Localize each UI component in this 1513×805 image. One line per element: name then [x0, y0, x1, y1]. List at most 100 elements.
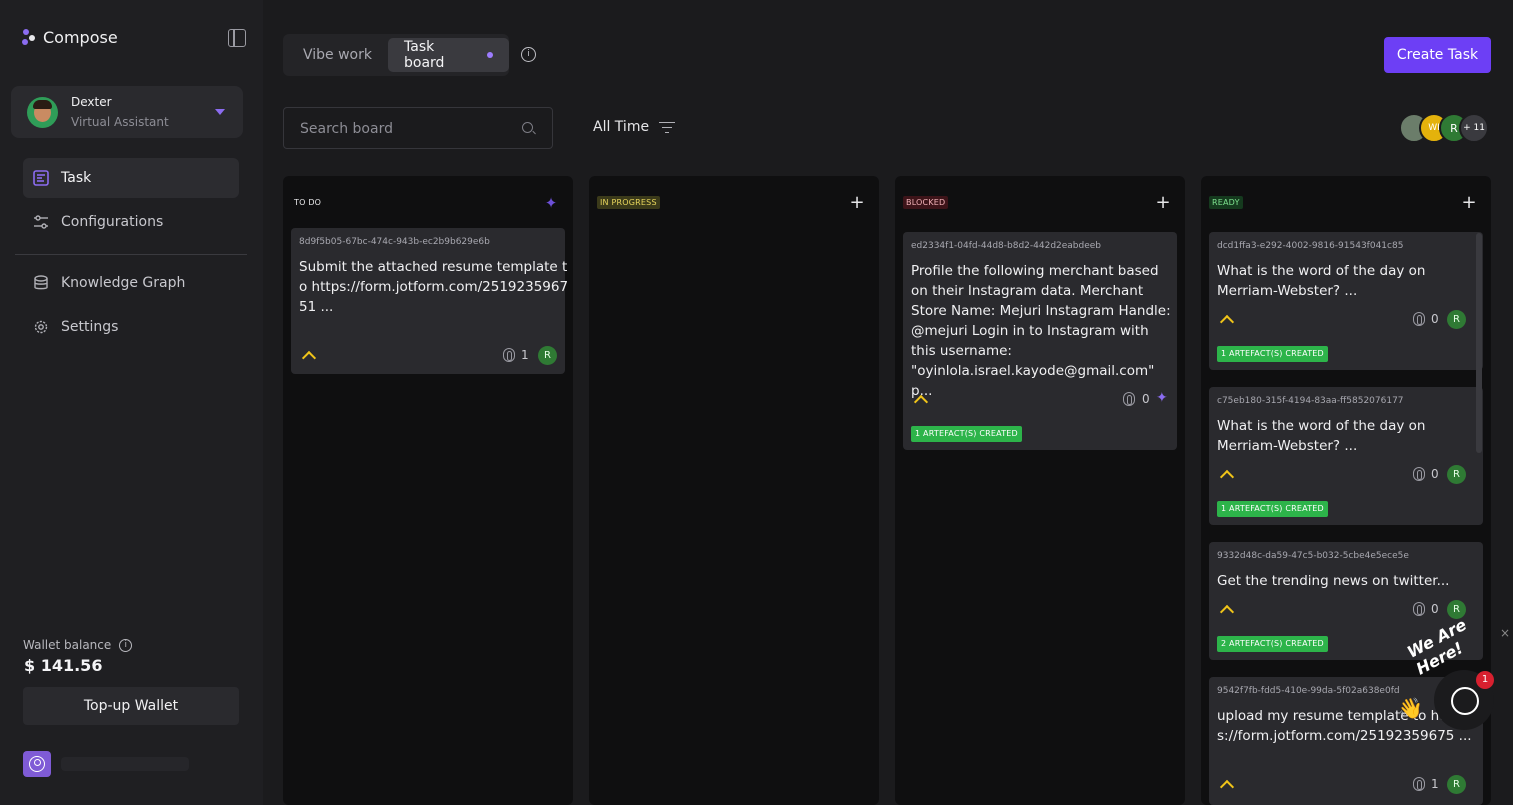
task-icon	[33, 170, 49, 186]
sidebar-item-settings[interactable]: Settings	[23, 307, 239, 347]
gear-icon	[34, 320, 48, 334]
attachment-count: 0	[1431, 467, 1439, 481]
priority-chevron-up-icon	[303, 350, 313, 360]
paperclip-icon	[1413, 777, 1425, 791]
wallet-balance-label: Wallet balance i	[23, 638, 133, 652]
sidebar-item-label: Configurations	[61, 214, 164, 230]
assignee-avatar: R	[1447, 310, 1466, 329]
paperclip-icon	[1123, 392, 1135, 406]
task-description: Submit the attached resume template to h…	[299, 259, 569, 315]
paperclip-icon	[1413, 467, 1425, 481]
agent-selector[interactable]: Dexter Virtual Assistant	[11, 86, 243, 138]
paperclip-icon	[1413, 602, 1425, 616]
task-description: What is the word of the day on Merriam-W…	[1217, 263, 1426, 299]
column-header: TO DO ✦	[291, 194, 565, 214]
sidebar-item-configurations[interactable]: Configurations	[23, 202, 239, 242]
task-card[interactable]: c75eb180-315f-4194-83aa-ff5852076177 Wha…	[1209, 387, 1483, 525]
attachment-count: 0	[1142, 392, 1150, 406]
filter-icon	[659, 121, 676, 133]
task-description: Get the trending news on twitter...	[1217, 573, 1450, 589]
add-task-icon[interactable]: +	[1459, 193, 1479, 213]
search-board	[283, 107, 553, 149]
priority-chevron-up-icon	[1221, 469, 1231, 479]
compose-logo-icon	[22, 29, 35, 45]
tab-vibe-work[interactable]: Vibe work	[287, 38, 388, 72]
assignee-avatar: R	[1447, 775, 1466, 794]
loading-placeholder	[61, 757, 189, 771]
task-card[interactable]: 8d9f5b05-67bc-474c-943b-ec2b9b629e6b Sub…	[291, 228, 568, 374]
status-badge: IN PROGRESS	[597, 196, 660, 209]
tab-task-board[interactable]: Task board	[388, 38, 509, 72]
priority-chevron-up-icon	[915, 394, 925, 404]
attachment-count: 1	[521, 348, 529, 362]
task-card[interactable]: dcd1ffa3-e292-4002-9816-91543f041c85 Wha…	[1209, 232, 1483, 370]
search-input[interactable]	[300, 119, 520, 139]
time-filter[interactable]: All Time	[593, 119, 676, 135]
search-icon[interactable]	[522, 122, 533, 133]
paperclip-icon	[1413, 312, 1425, 326]
sidebar-item-label: Knowledge Graph	[61, 275, 186, 291]
waving-hand-icon: 👋	[1398, 696, 1423, 720]
task-id: c75eb180-315f-4194-83aa-ff5852076177	[1217, 396, 1404, 406]
sidebar-item-knowledge-graph[interactable]: Knowledge Graph	[23, 263, 239, 303]
column-in-progress: IN PROGRESS +	[589, 176, 879, 805]
task-id: 9332d48c-da59-47c5-b032-5cbe4e5ece5e	[1217, 551, 1409, 561]
attachment-count: 0	[1431, 602, 1439, 616]
more-members-badge[interactable]: + 11	[1459, 113, 1489, 143]
tab-label: Task board	[404, 39, 445, 71]
wallet-amount: $ 141.56	[24, 656, 103, 675]
task-description: Profile the following merchant based on …	[911, 263, 1171, 399]
sidebar: Compose Dexter Virtual Assistant Task Co…	[0, 0, 263, 805]
ai-sparkle-icon: ✦	[1156, 390, 1168, 406]
column-todo: TO DO ✦ 8d9f5b05-67bc-474c-943b-ec2b9b62…	[283, 176, 573, 805]
paperclip-icon	[503, 348, 515, 362]
task-card[interactable]: ed2334f1-04fd-44d8-b8d2-442d2eabdeeb Pro…	[903, 232, 1177, 450]
task-id: dcd1ffa3-e292-4002-9816-91543f041c85	[1217, 241, 1404, 251]
status-badge: READY	[1209, 196, 1243, 209]
add-task-icon[interactable]: +	[847, 193, 867, 213]
assignee-avatar: R	[538, 346, 557, 365]
priority-chevron-up-icon	[1221, 314, 1231, 324]
attachment-count: 0	[1431, 312, 1439, 326]
app-logo[interactable]: Compose	[20, 27, 118, 47]
create-task-button[interactable]: Create Task	[1384, 37, 1491, 73]
artefact-badge[interactable]: 1 ARTEFACT(S) CREATED	[1217, 501, 1328, 517]
status-badge: TO DO	[294, 198, 322, 207]
active-dot-icon	[487, 52, 493, 58]
artefact-badge[interactable]: 1 ARTEFACT(S) CREATED	[1217, 346, 1328, 362]
task-description: What is the word of the day on Merriam-W…	[1217, 418, 1426, 454]
artefact-badge[interactable]: 1 ARTEFACT(S) CREATED	[911, 426, 1022, 442]
database-icon	[34, 275, 48, 290]
time-filter-label: All Time	[593, 119, 650, 135]
column-header: IN PROGRESS +	[597, 193, 871, 214]
sliders-icon	[34, 215, 48, 229]
column-scrollbar[interactable]	[1476, 233, 1482, 453]
info-icon[interactable]: i	[119, 638, 133, 652]
priority-chevron-up-icon	[1221, 604, 1231, 614]
attachment-count: 1	[1431, 777, 1439, 791]
column-header: READY +	[1209, 193, 1483, 214]
topup-wallet-button[interactable]: Top-up Wallet	[23, 687, 239, 725]
sidebar-divider	[15, 254, 247, 255]
chevron-down-icon[interactable]	[215, 109, 225, 115]
chat-notification-badge: 1	[1476, 671, 1494, 689]
sidebar-item-task[interactable]: Task	[23, 158, 239, 198]
priority-chevron-up-icon	[1221, 779, 1231, 789]
info-icon[interactable]: i	[521, 47, 536, 62]
view-tabs: Vibe work Task board	[283, 34, 509, 76]
agent-role: Virtual Assistant	[71, 115, 169, 129]
agent-avatar	[27, 97, 58, 128]
sidebar-toggle-icon[interactable]	[228, 29, 246, 47]
user-profile-icon[interactable]	[23, 751, 51, 777]
task-id: 9542f7fb-fdd5-410e-99da-5f02a638e0fd	[1217, 686, 1400, 696]
sidebar-item-label: Task	[61, 170, 92, 186]
task-id: ed2334f1-04fd-44d8-b8d2-442d2eabdeeb	[911, 241, 1102, 251]
ai-sparkle-icon[interactable]: ✦	[541, 193, 561, 213]
task-id: 8d9f5b05-67bc-474c-943b-ec2b9b629e6b	[299, 237, 490, 247]
sidebar-item-label: Settings	[61, 319, 119, 335]
status-badge: BLOCKED	[903, 196, 949, 209]
artefact-badge[interactable]: 2 ARTEFACT(S) CREATED	[1217, 636, 1328, 652]
agent-name: Dexter	[71, 95, 112, 109]
add-task-icon[interactable]: +	[1153, 193, 1173, 213]
wallet-label-text: Wallet balance	[23, 638, 112, 652]
